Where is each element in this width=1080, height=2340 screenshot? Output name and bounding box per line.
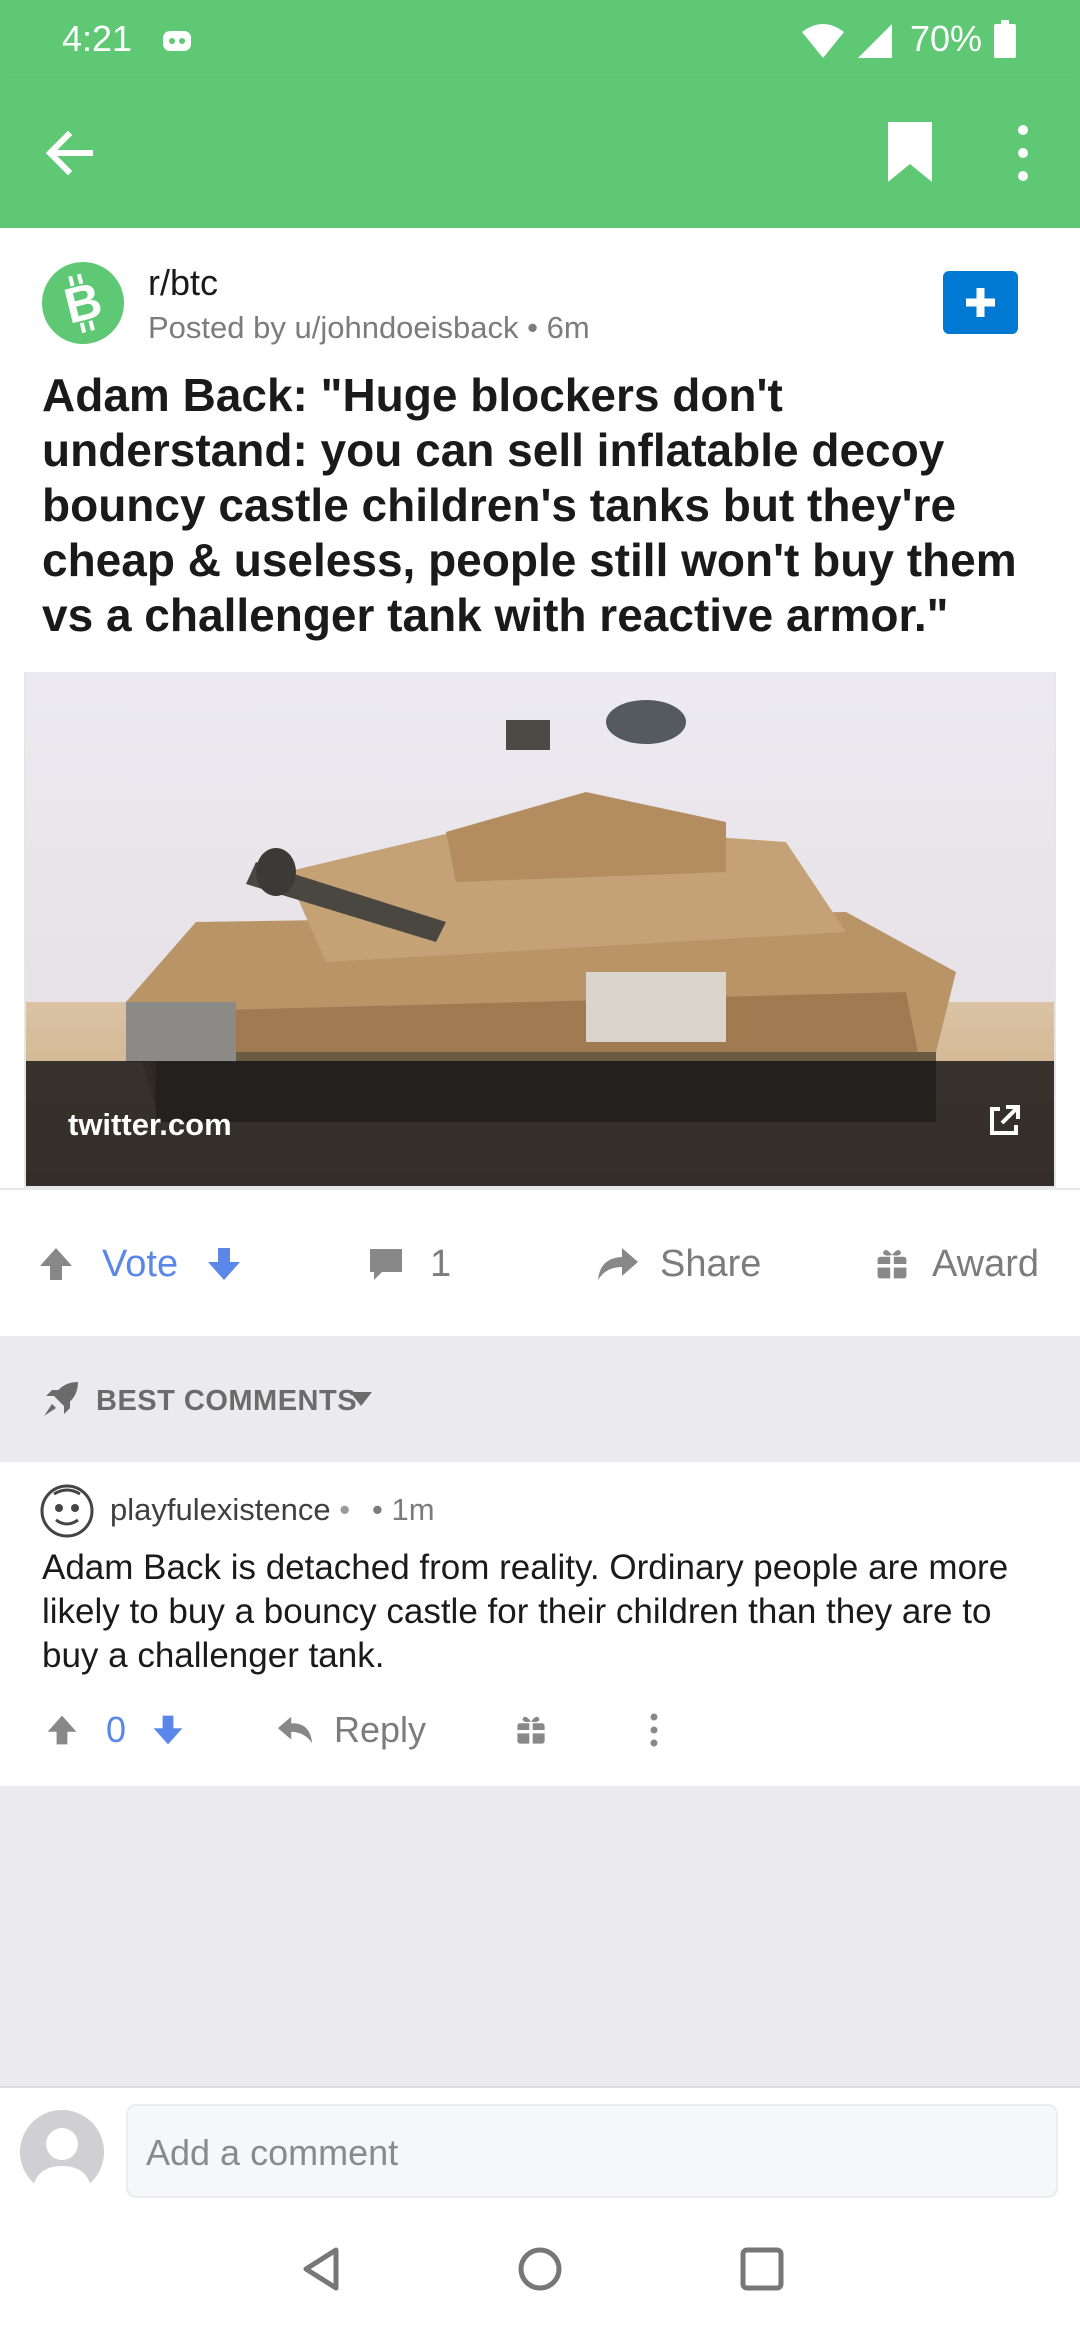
plus-icon: [966, 288, 995, 317]
gift-icon: [877, 1250, 907, 1281]
share-button[interactable]: Share: [596, 1190, 761, 1338]
comment-username[interactable]: playfulexistence •: [110, 1492, 350, 1528]
nav-back-icon[interactable]: [296, 2244, 346, 2294]
comment-score: 0: [106, 1709, 127, 1750]
comment-time: • 1m: [372, 1492, 435, 1527]
comment-award-button[interactable]: [514, 1694, 548, 1766]
subreddit-avatar[interactable]: B: [42, 262, 124, 344]
award-button[interactable]: Award: [874, 1190, 1039, 1338]
comment-sort[interactable]: BEST COMMENTS: [0, 1336, 1080, 1462]
battery-icon: [994, 20, 1016, 58]
comments-button[interactable]: 1: [366, 1190, 451, 1338]
join-button[interactable]: [943, 271, 1018, 334]
reply-label: Reply: [334, 1709, 427, 1750]
link-bar[interactable]: twitter.com: [26, 1061, 1054, 1186]
link-preview[interactable]: twitter.com: [24, 672, 1056, 1188]
bookmark-icon[interactable]: [880, 118, 940, 186]
share-icon: [598, 1248, 638, 1280]
share-label: Share: [660, 1242, 762, 1285]
back-arrow-icon[interactable]: [40, 123, 100, 183]
comment-input[interactable]: Add a comment: [126, 2104, 1058, 2198]
reply-button[interactable]: Reply: [276, 1694, 426, 1766]
vote-group: Vote: [36, 1190, 244, 1338]
empty-area: [0, 1786, 1080, 2086]
post-title: Adam Back: "Huge blockers don't understa…: [42, 369, 1017, 641]
app-bar: [0, 78, 1080, 228]
signal-icon: [858, 24, 892, 58]
chevron-down-icon: [350, 1392, 372, 1406]
comment-composer: Add a comment: [0, 2086, 1080, 2198]
vote-label: Vote: [102, 1242, 179, 1285]
system-nav-bar: [0, 2198, 1080, 2340]
comment-more-button[interactable]: [644, 1694, 664, 1766]
comment: playfulexistence • • 1m Adam Back is det…: [0, 1462, 1080, 1786]
reply-icon: [277, 1716, 313, 1744]
gift-icon: [517, 1716, 545, 1746]
post-header: B r/btc Posted by u/johndoeisback • 6m A…: [0, 228, 1080, 672]
nav-recents-icon[interactable]: [737, 2244, 787, 2294]
sort-label: BEST COMMENTS: [96, 1385, 358, 1417]
upvote-icon[interactable]: [44, 1712, 80, 1748]
comment-count: 1: [430, 1242, 452, 1285]
meta-separator: •: [339, 1492, 351, 1527]
user-avatar-icon[interactable]: [40, 1484, 94, 1538]
current-user-avatar: [20, 2110, 104, 2194]
subreddit-name[interactable]: r/btc: [148, 262, 218, 304]
award-label: Award: [932, 1242, 1040, 1285]
discord-icon: [163, 31, 191, 51]
wifi-icon: [802, 24, 844, 58]
battery-percent: 70%: [910, 18, 983, 59]
downvote-icon[interactable]: [150, 1712, 186, 1748]
status-bar: 4:21 70%: [0, 0, 1080, 78]
comment-body: Adam Back is detached from reality. Ordi…: [42, 1548, 1009, 1675]
comment-vote-group: 0: [44, 1694, 186, 1766]
status-time: 4:21: [62, 18, 133, 59]
comment-icon: [370, 1249, 402, 1280]
more-vertical-icon: [650, 1713, 658, 1747]
post-meta: Posted by u/johndoeisback • 6m: [148, 310, 590, 345]
post-actions: Vote 1 Share Award: [0, 1188, 1080, 1336]
external-link-icon[interactable]: [986, 1103, 1022, 1139]
downvote-icon[interactable]: [204, 1244, 244, 1284]
rocket-icon: [44, 1382, 78, 1416]
link-domain[interactable]: twitter.com: [68, 1107, 232, 1143]
user-silhouette-icon: [32, 2128, 92, 2194]
bitcoin-icon: B: [59, 271, 108, 334]
more-vertical-icon[interactable]: [1005, 120, 1041, 186]
nav-home-icon[interactable]: [515, 2244, 565, 2294]
comment-actions: 0 Reply: [0, 1694, 1080, 1766]
upvote-icon[interactable]: [36, 1244, 76, 1284]
